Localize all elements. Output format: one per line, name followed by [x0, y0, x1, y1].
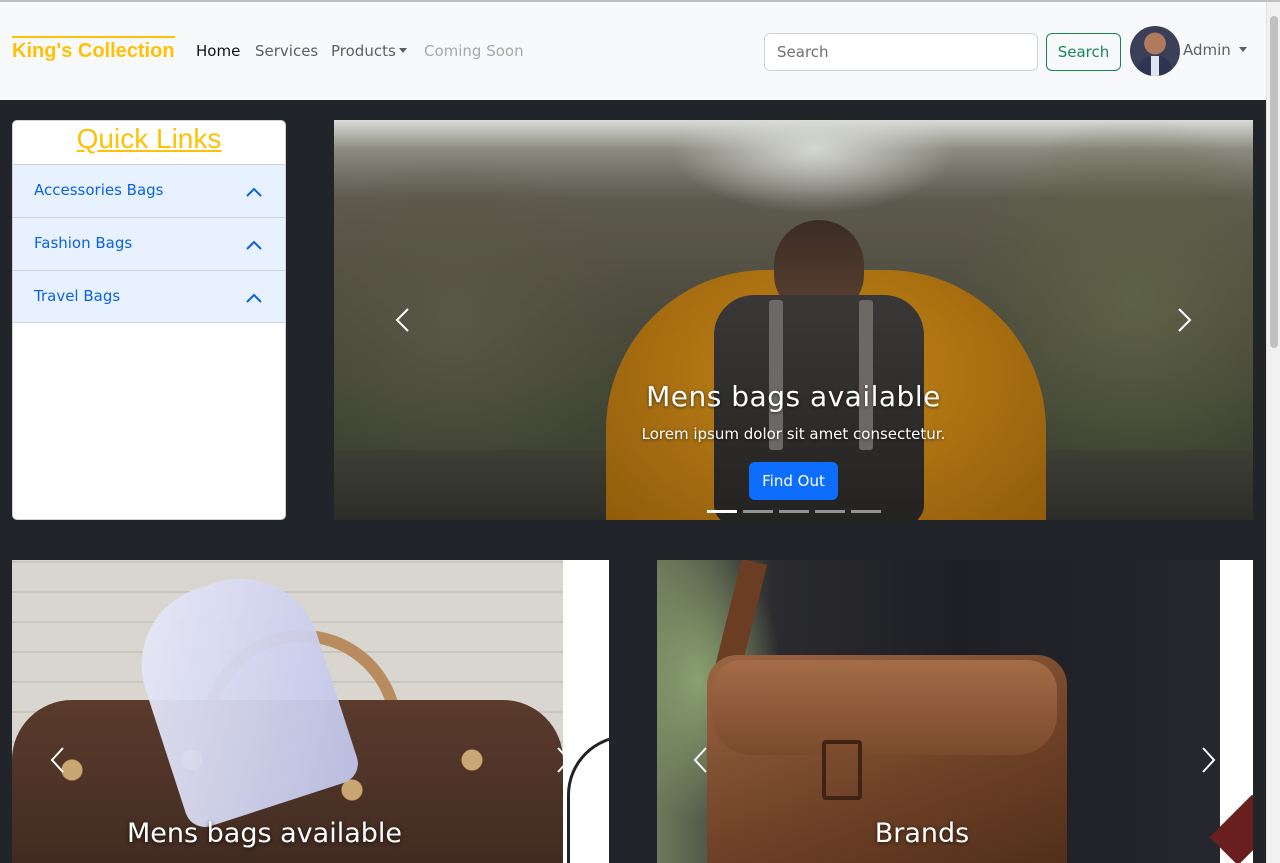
quick-links-title: Quick Links [76, 123, 222, 154]
search-button[interactable]: Search [1046, 33, 1121, 71]
nav-services[interactable]: Services [255, 42, 318, 60]
find-out-button[interactable]: Find Out [749, 462, 838, 500]
nav-home[interactable]: Home [196, 42, 240, 60]
admin-dropdown[interactable]: Admin [1183, 41, 1247, 59]
chevron-up-icon [246, 293, 262, 303]
carousel-indicator-2[interactable] [743, 510, 773, 513]
nav-coming-soon: Coming Soon [424, 42, 524, 60]
carousel-indicators [707, 510, 881, 514]
avatar-shirt [1151, 56, 1159, 76]
chevron-up-icon [246, 187, 262, 197]
carousel-next-icon[interactable] [1169, 305, 1199, 335]
card-next-icon[interactable] [1197, 745, 1219, 775]
hero-carousel: Mens bags available Lorem ipsum dolor si… [334, 120, 1253, 520]
page-scrollbar[interactable] [1266, 2, 1280, 863]
search-input[interactable] [764, 33, 1038, 71]
scrollbar-thumb[interactable] [1270, 16, 1278, 348]
card-next-icon[interactable] [552, 745, 574, 775]
nav-products-label: Products [331, 42, 396, 60]
brand-logo[interactable]: King's Collection [12, 36, 175, 64]
chevron-up-icon [246, 240, 262, 250]
caret-down-icon [398, 48, 407, 53]
navbar: King's Collection Home Services Products… [0, 2, 1266, 100]
accordion-label: Accessories Bags [34, 181, 164, 199]
accordion-item-travel-bags[interactable]: Travel Bags [13, 270, 285, 323]
quick-links-panel: Quick Links Accessories Bags Fashion Bag… [12, 120, 286, 520]
carousel-prev-icon[interactable] [388, 305, 418, 335]
accordion-label: Travel Bags [34, 287, 121, 305]
hero-heading: Mens bags available [646, 380, 941, 413]
card-image-satchel-flap [712, 660, 1057, 755]
nav-products-dropdown[interactable]: Products [331, 42, 407, 60]
hero-text: Lorem ipsum dolor sit amet consectetur. [641, 425, 946, 443]
carousel-indicator-3[interactable] [779, 510, 809, 513]
card-carousel-left: Mens bags available [12, 560, 609, 863]
admin-label: Admin [1183, 41, 1231, 59]
caret-down-icon [1238, 47, 1247, 52]
carousel-indicator-1[interactable] [707, 510, 737, 513]
avatar[interactable] [1130, 26, 1180, 76]
accordion-item-fashion-bags[interactable]: Fashion Bags [13, 217, 285, 270]
card-image-buckle [822, 740, 862, 800]
carousel-indicator-4[interactable] [815, 510, 845, 513]
carousel-indicator-5[interactable] [851, 510, 881, 513]
accordion-label: Fashion Bags [34, 234, 133, 252]
card-prev-icon[interactable] [690, 745, 712, 775]
card-carousel-right: Brands [657, 560, 1253, 863]
accordion-item-accessories-bags[interactable]: Accessories Bags [13, 164, 285, 217]
card-caption: Brands [874, 818, 970, 849]
card-prev-icon[interactable] [47, 745, 69, 775]
card-caption: Mens bags available [126, 818, 402, 849]
